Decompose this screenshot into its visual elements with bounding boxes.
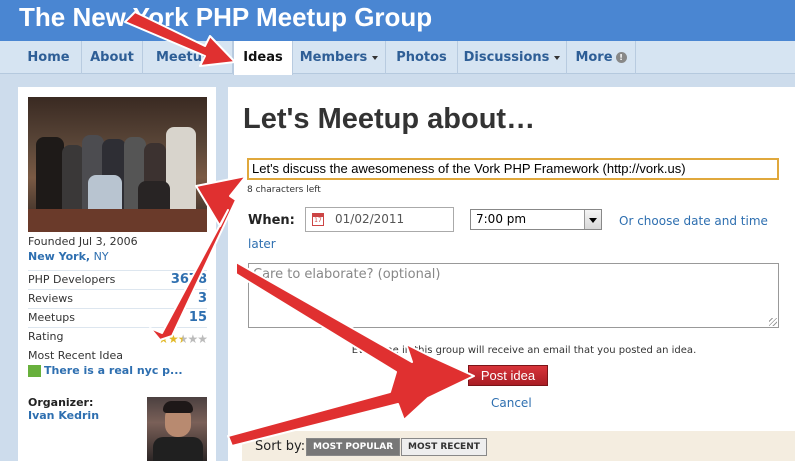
stat-members-label: PHP Developers [28, 273, 116, 286]
stat-rating: Rating ★★★★★ [28, 327, 208, 348]
stat-members-value: 3678 [170, 272, 207, 287]
sort-most-recent[interactable]: MOST RECENT [401, 438, 487, 456]
idea-form-panel: Let's Meetup about… Let's discuss the aw… [228, 87, 795, 461]
resize-handle[interactable] [769, 318, 777, 326]
date-value: 01/02/2011 [335, 212, 405, 226]
info-icon: ! [615, 52, 627, 63]
group-sidebar: Founded Jul 3, 2006 New York, NY PHP Dev… [18, 87, 216, 461]
chevron-down-icon [589, 218, 597, 223]
chevron-down-icon [554, 55, 561, 60]
group-photo[interactable] [28, 97, 207, 232]
tab-home[interactable]: Home [16, 41, 82, 74]
star-half-icon: ★ [177, 332, 189, 346]
tab-about-label: About [90, 50, 134, 65]
organizer-label: Organizer: [28, 396, 94, 409]
tab-meetups-label: Meetups [155, 50, 220, 65]
time-select[interactable]: 7:00 pm [470, 209, 602, 230]
tab-discussions-label: Discussions [463, 50, 550, 65]
recent-idea-text: There is a real nyc p... [44, 364, 183, 377]
stat-members[interactable]: PHP Developers 3678 [28, 270, 207, 288]
calendar-icon[interactable]: 17 [312, 213, 324, 226]
elaborate-textarea[interactable]: Care to elaborate? (optional) [248, 263, 779, 328]
tab-members[interactable]: Members [293, 41, 386, 74]
group-location[interactable]: New York, NY [28, 250, 109, 263]
idea-icon [28, 365, 41, 377]
rating-label: Rating [28, 330, 64, 343]
cancel-link[interactable]: Cancel [491, 396, 532, 410]
idea-title-input[interactable]: Let's discuss the awesomeness of the Vor… [247, 158, 779, 180]
location-city: New York, [28, 250, 91, 263]
recent-idea-link[interactable]: There is a real nyc p... [28, 364, 183, 377]
page-heading: Let's Meetup about… [243, 103, 536, 135]
tab-home-label: Home [27, 50, 70, 65]
tab-photos-label: Photos [396, 50, 447, 65]
date-input[interactable]: 17 01/02/2011 [305, 207, 454, 232]
tab-more[interactable]: More! [567, 41, 636, 74]
tab-more-label: More [575, 50, 613, 65]
time-value: 7:00 pm [476, 212, 527, 226]
sort-label: Sort by: [255, 439, 306, 454]
tab-members-label: Members [299, 50, 368, 65]
recent-idea-label: Most Recent Idea [28, 349, 124, 362]
post-idea-button[interactable]: Post idea [468, 365, 548, 386]
when-label: When: [248, 213, 295, 228]
stat-meetups[interactable]: Meetups 15 [28, 308, 207, 326]
chars-left-counter: 8 characters left [247, 185, 321, 195]
choose-later-link[interactable]: Or choose date and time [619, 214, 768, 228]
location-state: NY [93, 250, 109, 263]
tab-meetups[interactable]: Meetups [143, 41, 233, 74]
tab-discussions[interactable]: Discussions [458, 41, 567, 74]
tab-photos[interactable]: Photos [386, 41, 458, 74]
organizer-avatar[interactable] [147, 397, 207, 461]
stat-meetups-label: Meetups [28, 311, 76, 324]
founded-date: Founded Jul 3, 2006 [28, 235, 138, 248]
rating-stars: ★★★★★ [158, 330, 208, 348]
star-icon: ★ [158, 332, 169, 346]
star-icon: ★ [167, 332, 179, 346]
email-notice: Everyone in this group will receive an e… [351, 345, 697, 356]
sort-most-popular[interactable]: MOST POPULAR [306, 438, 401, 456]
stat-meetups-value: 15 [188, 310, 207, 325]
tab-about[interactable]: About [82, 41, 143, 74]
site-header: The New York PHP Meetup Group [0, 0, 795, 41]
main-nav: Home About Meetups Ideas Members Photos … [0, 41, 795, 75]
star-icon: ★ [187, 332, 198, 346]
stat-reviews-label: Reviews [28, 292, 73, 305]
star-icon: ★ [197, 332, 208, 346]
sort-bar: Sort by: MOST POPULAR MOST RECENT [242, 431, 795, 461]
organizer-name-link[interactable]: Ivan Kedrin [28, 409, 99, 422]
chevron-down-icon [372, 55, 379, 60]
dropdown-button[interactable] [584, 210, 601, 229]
tab-ideas[interactable]: Ideas [233, 41, 293, 75]
choose-later-link-continued[interactable]: later [248, 237, 276, 251]
stat-reviews-value: 3 [197, 291, 207, 306]
group-title[interactable]: The New York PHP Meetup Group [19, 2, 432, 33]
tab-ideas-label: Ideas [243, 50, 283, 65]
elaborate-placeholder: Care to elaborate? (optional) [253, 267, 441, 282]
stat-reviews[interactable]: Reviews 3 [28, 289, 207, 307]
